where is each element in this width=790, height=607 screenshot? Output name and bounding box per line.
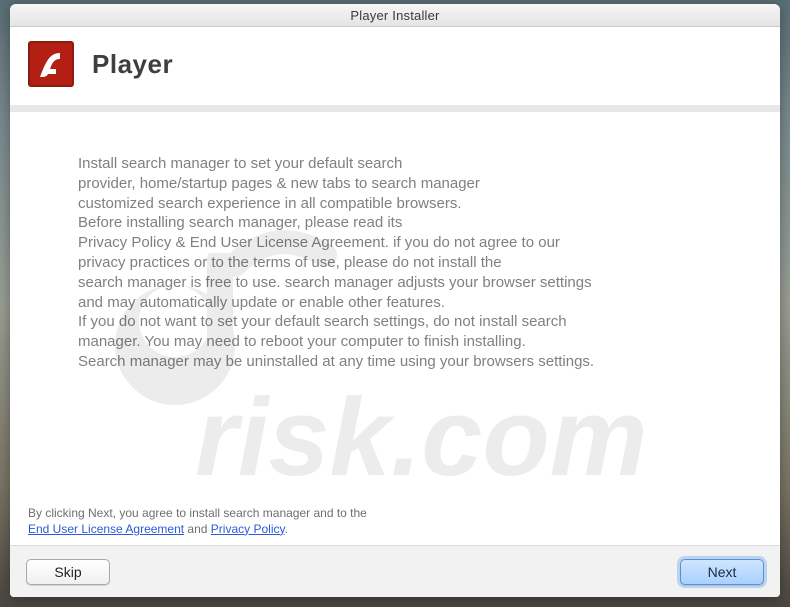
- window-titlebar: Player Installer: [10, 4, 780, 27]
- body-line: customized search experience in all comp…: [78, 194, 712, 214]
- body-line: Before installing search manager, please…: [78, 213, 712, 233]
- body-line: and may automatically update or enable o…: [78, 293, 712, 313]
- eula-link[interactable]: End User License Agreement: [28, 522, 184, 536]
- body-line: provider, home/startup pages & new tabs …: [78, 174, 712, 194]
- body-line: If you do not want to set your default s…: [78, 312, 712, 332]
- header: Player: [10, 27, 780, 112]
- installer-window: Player Installer Player risk.com Install…: [10, 4, 780, 597]
- button-row: Skip Next: [10, 545, 780, 597]
- footer-consent-text: By clicking Next, you agree to install s…: [28, 505, 367, 537]
- app-name: Player: [92, 49, 173, 80]
- svg-text:risk.com: risk.com: [195, 376, 647, 499]
- body-line: manager. You may need to reboot your com…: [78, 332, 712, 352]
- footer-prefix: By clicking Next, you agree to install s…: [28, 506, 367, 520]
- footer-and: and: [184, 522, 211, 536]
- body-line: Privacy Policy & End User License Agreem…: [78, 233, 712, 253]
- flash-player-icon: [28, 41, 74, 87]
- next-button[interactable]: Next: [680, 559, 764, 585]
- window-title: Player Installer: [350, 8, 439, 23]
- body-line: Search manager may be uninstalled at any…: [78, 352, 712, 372]
- privacy-policy-link[interactable]: Privacy Policy: [211, 522, 285, 536]
- body-line: privacy practices or to the terms of use…: [78, 253, 712, 273]
- skip-button[interactable]: Skip: [26, 559, 110, 585]
- footer-suffix: .: [285, 522, 288, 536]
- body-line: Install search manager to set your defau…: [78, 154, 712, 174]
- body-line: search manager is free to use. search ma…: [78, 273, 712, 293]
